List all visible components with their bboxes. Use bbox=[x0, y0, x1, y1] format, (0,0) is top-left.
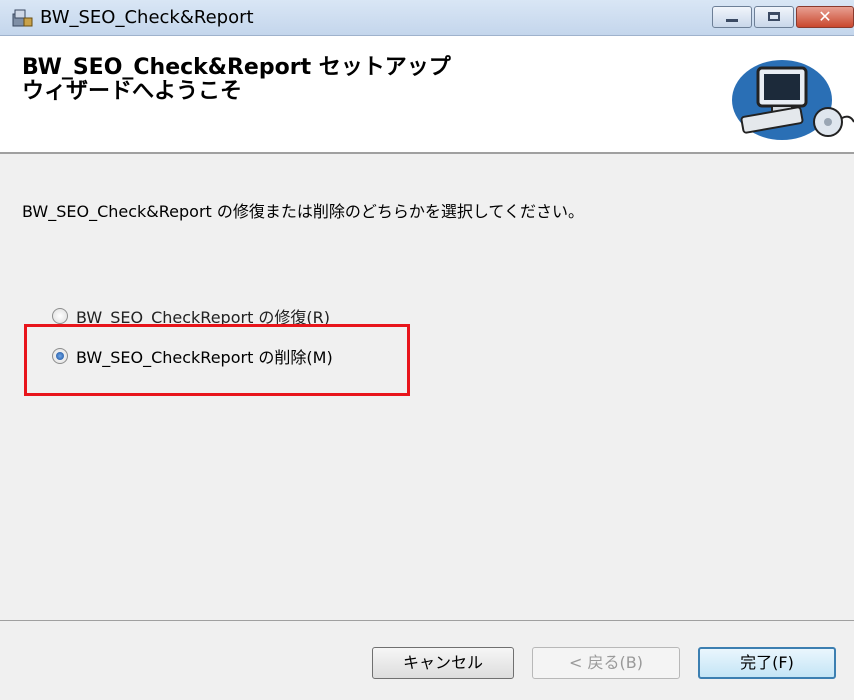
minimize-icon bbox=[726, 19, 738, 22]
maximize-icon bbox=[768, 12, 780, 21]
wizard-banner: BW_SEO_Check&Report セットアップ ウィザードへようこそ bbox=[0, 36, 854, 154]
minimize-button[interactable] bbox=[712, 6, 752, 28]
window-title: BW_SEO_Check&Report bbox=[40, 7, 254, 28]
instruction-text: BW_SEO_Check&Report の修復または削除のどちらかを選択してくだ… bbox=[22, 202, 584, 221]
back-button[interactable]: < 戻る(B) bbox=[532, 647, 680, 679]
close-button[interactable]: ✕ bbox=[796, 6, 854, 28]
cancel-button[interactable]: キャンセル bbox=[372, 647, 514, 679]
wizard-content: BW_SEO_Check&Report の修復または削除のどちらかを選択してくだ… bbox=[0, 154, 854, 620]
highlight-annotation bbox=[24, 324, 410, 396]
computer-illustration-icon bbox=[720, 56, 854, 142]
finish-button[interactable]: 完了(F) bbox=[698, 647, 836, 679]
maximize-button[interactable] bbox=[754, 6, 794, 28]
title-bar[interactable]: BW_SEO_Check&Report ✕ bbox=[0, 0, 854, 36]
installer-icon bbox=[12, 8, 34, 28]
wizard-footer: キャンセル < 戻る(B) 完了(F) bbox=[0, 620, 854, 700]
repair-radio[interactable] bbox=[52, 308, 68, 324]
banner-title: BW_SEO_Check&Report セットアップ ウィザードへようこそ bbox=[22, 55, 451, 104]
close-icon: ✕ bbox=[818, 7, 832, 26]
